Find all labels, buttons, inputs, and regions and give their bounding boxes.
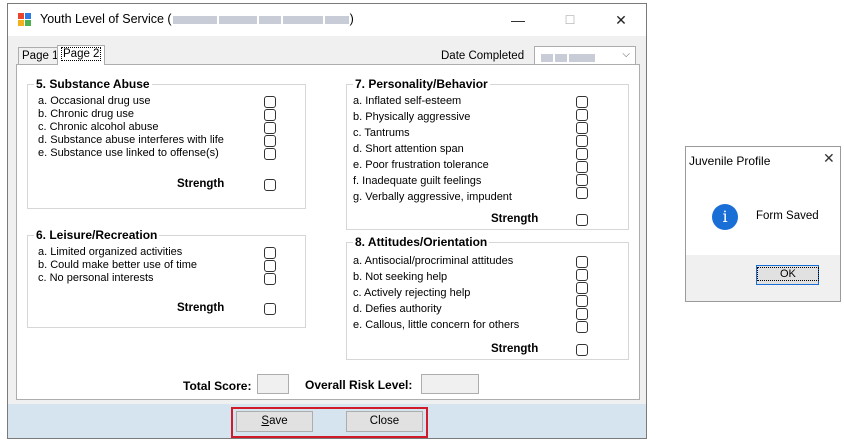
group-title-personality-behavior: 7. Personality/Behavior [353, 77, 490, 91]
dialog-footer: OK [686, 255, 840, 301]
group-title-leisure-recreation: 6. Leisure/Recreation [34, 228, 160, 242]
group-title-substance-abuse: 5. Substance Abuse [34, 77, 152, 91]
dialog-title: Juvenile Profile [689, 154, 771, 168]
overall-risk-level-label: Overall Risk Level: [305, 378, 413, 392]
close-button[interactable]: Close [346, 411, 423, 432]
checkbox-attitudes-extra[interactable] [576, 321, 588, 333]
item-occasional-drug-use: a. Occasional drug use [38, 95, 151, 107]
total-score-field [257, 374, 289, 394]
group-attitudes-orientation: 8. Attitudes/Orientation a. Antisocial/p… [346, 235, 629, 360]
chevron-down-icon: ⌵ [622, 49, 630, 60]
group-title-attitudes-orientation: 8. Attitudes/Orientation [353, 235, 490, 249]
item-inadequate-guilt: f. Inadequate guilt feelings [353, 175, 482, 187]
tab-page-2[interactable]: Page 2 [57, 45, 106, 65]
app-icon [18, 13, 32, 27]
checkbox-substance-interferes[interactable] [264, 135, 276, 147]
checkbox-defies-authority[interactable] [576, 295, 588, 307]
checkbox-not-seeking-help[interactable] [576, 269, 588, 281]
item-antisocial-attitudes: a. Antisocial/procriminal attitudes [353, 255, 514, 267]
item-limited-activities: a. Limited organized activities [38, 246, 183, 258]
info-icon: i [712, 204, 738, 230]
checkbox-verbally-aggressive[interactable] [576, 174, 588, 186]
checkbox-antisocial-attitudes[interactable] [576, 256, 588, 268]
title-bar[interactable]: Youth Level of Service () — ☐ ✕ [8, 4, 646, 36]
form-saved-dialog: Juvenile Profile ✕ i Form Saved OK [685, 146, 841, 302]
minimize-button[interactable]: — [496, 4, 540, 36]
checkbox-chronic-alcohol-abuse[interactable] [264, 122, 276, 134]
checkbox-attitudes-strength[interactable] [576, 344, 588, 356]
checkbox-chronic-drug-use[interactable] [264, 109, 276, 121]
checkbox-substance-strength[interactable] [264, 179, 276, 191]
maximize-button: ☐ [564, 13, 576, 27]
tab-page-1-label: Page 1 [22, 50, 59, 62]
checkbox-actively-rejecting-help[interactable] [576, 282, 588, 294]
window-title-suffix: ) [349, 12, 354, 26]
checkbox-physically-aggressive[interactable] [576, 109, 588, 121]
total-score-label: Total Score: [183, 379, 252, 393]
checkbox-callous[interactable] [576, 308, 588, 320]
window-title: Youth Level of Service () [40, 12, 354, 26]
checkbox-personality-strength[interactable] [576, 214, 588, 226]
item-defies-authority: d. Defies authority [353, 303, 442, 315]
checkbox-leisure-strength[interactable] [264, 303, 276, 315]
redacted-text [282, 15, 323, 24]
redacted-text [218, 15, 257, 24]
dialog-close-button[interactable]: ✕ [823, 150, 835, 167]
tab-page-1[interactable]: Page 1 [18, 47, 63, 64]
overall-risk-level-field [421, 374, 479, 394]
dialog-message: Form Saved [756, 210, 819, 222]
strength-label: Strength [491, 213, 539, 225]
button-bar: Save Close [8, 404, 646, 438]
save-button[interactable]: Save [236, 411, 313, 432]
checkbox-tantrums[interactable] [576, 122, 588, 134]
group-leisure-recreation: 6. Leisure/Recreation a. Limited organiz… [27, 228, 306, 328]
item-short-attention-span: d. Short attention span [353, 143, 464, 155]
checkbox-occasional-drug-use[interactable] [264, 96, 276, 108]
item-no-personal-interests: c. No personal interests [38, 272, 154, 284]
item-substance-linked-offense: e. Substance use linked to offense(s) [38, 147, 219, 159]
checkbox-inadequate-guilt[interactable] [576, 161, 588, 173]
ok-button[interactable]: OK [756, 265, 819, 285]
item-better-use-of-time: b. Could make better use of time [38, 259, 197, 271]
checkbox-inflated-self-esteem[interactable] [576, 96, 588, 108]
item-chronic-alcohol-abuse: c. Chronic alcohol abuse [38, 121, 159, 133]
window-title-prefix: Youth Level of Service ( [40, 12, 172, 26]
item-actively-rejecting-help: c. Actively rejecting help [353, 287, 471, 299]
group-personality-behavior: 7. Personality/Behavior a. Inflated self… [346, 77, 629, 230]
item-physically-aggressive: b. Physically aggressive [353, 111, 471, 123]
strength-label: Strength [491, 343, 539, 355]
checkbox-no-personal-interests[interactable] [264, 273, 276, 285]
checkbox-personality-extra[interactable] [576, 187, 588, 199]
item-substance-interferes: d. Substance abuse interferes with life [38, 134, 224, 146]
strength-label: Strength [177, 302, 225, 314]
item-chronic-drug-use: b. Chronic drug use [38, 108, 134, 120]
date-completed-picker[interactable]: ⌵ [534, 46, 636, 66]
redacted-text [172, 15, 217, 24]
item-poor-frustration-tolerance: e. Poor frustration tolerance [353, 159, 489, 171]
item-not-seeking-help: b. Not seeking help [353, 271, 448, 283]
date-completed-label: Date Completed [441, 50, 525, 62]
item-inflated-self-esteem: a. Inflated self-esteem [353, 95, 462, 107]
checkbox-better-use-of-time[interactable] [264, 260, 276, 272]
redacted-text [324, 15, 349, 24]
checkbox-short-attention-span[interactable] [576, 135, 588, 147]
redacted-text [258, 15, 281, 24]
close-window-button[interactable]: ✕ [599, 4, 643, 36]
youth-level-of-service-window: Youth Level of Service () — ☐ ✕ Page 1 P… [7, 3, 647, 439]
tab-page-2-label: Page 2 [61, 47, 102, 61]
redacted-date-value [540, 52, 596, 64]
group-substance-abuse: 5. Substance Abuse a. Occasional drug us… [27, 77, 306, 209]
ok-button-label: OK [757, 267, 819, 281]
checkbox-poor-frustration-tolerance[interactable] [576, 148, 588, 160]
strength-label: Strength [177, 178, 225, 190]
checkbox-limited-activities[interactable] [264, 247, 276, 259]
item-tantrums: c. Tantrums [353, 127, 410, 139]
checkbox-substance-linked-offense[interactable] [264, 148, 276, 160]
item-verbally-aggressive: g. Verbally aggressive, impudent [353, 191, 512, 203]
item-callous: e. Callous, little concern for others [353, 319, 520, 331]
page-2-panel: 5. Substance Abuse a. Occasional drug us… [16, 64, 640, 400]
